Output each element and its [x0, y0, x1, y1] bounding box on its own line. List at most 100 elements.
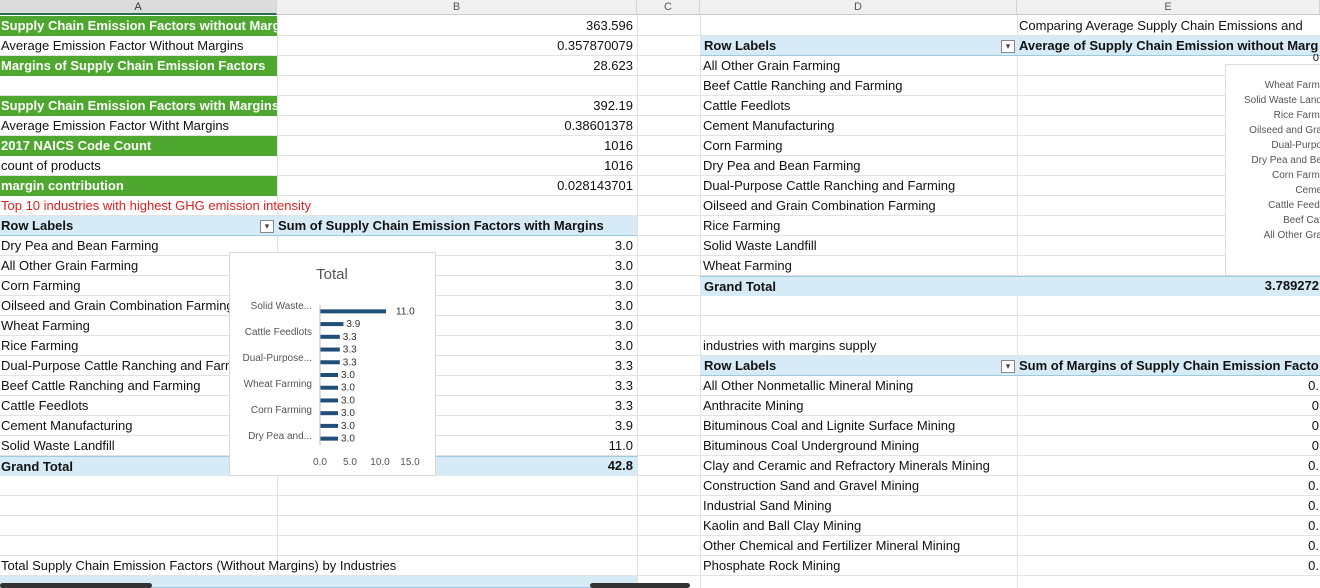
right-top-row-label[interactable]: Beef Cattle Ranching and Farming	[700, 76, 1220, 96]
slicer-item[interactable]: All Other Gra	[1264, 230, 1320, 241]
pivot1-row-label[interactable]: Rice Farming	[0, 336, 232, 356]
bottom-title: Total Supply Chain Emission Factors (Wit…	[1, 558, 397, 573]
chart-category-label: Cattle Feedlots	[245, 327, 312, 338]
chart-bar[interactable]	[320, 411, 338, 416]
right-bottom-row-label[interactable]: Construction Sand and Gravel Mining	[700, 476, 1280, 496]
pivot1-row-label[interactable]: Dry Pea and Bean Farming	[0, 236, 232, 256]
pivot1-row-label[interactable]: Dual-Purpose Cattle Ranching and Farming	[0, 356, 232, 376]
right-top-row-label[interactable]: Corn Farming	[700, 136, 1220, 156]
pivot1-row-label[interactable]: Cattle Feedlots	[0, 396, 232, 416]
chart-bar[interactable]	[320, 398, 338, 403]
column-header-c[interactable]: C	[637, 0, 700, 15]
spreadsheet-grid[interactable]: A B C D E Supply Chain Emission Factors …	[0, 0, 1320, 588]
chart-title: Total	[316, 266, 348, 283]
bar-chart[interactable]: Total 11.0 3.9 3.3 3.3 3.3 3.0 3.0 3.0 3.0 3.0 3.0 D…	[229, 252, 436, 476]
right-bottom-row-label[interactable]: Anthracite Mining	[700, 396, 1280, 416]
pivot1-row-label[interactable]: Beef Cattle Ranching and Farming	[0, 376, 232, 396]
horizontal-scrollbar[interactable]	[0, 583, 152, 588]
chart-bar[interactable]	[320, 334, 340, 339]
slicer-item[interactable]: Solid Waste Land	[1244, 95, 1320, 106]
pivot1-row-value: 3.0	[614, 318, 633, 333]
column-header-e[interactable]: E	[1017, 0, 1320, 15]
chart-bar[interactable]	[320, 347, 340, 352]
summary-value: 0.357870079	[557, 38, 633, 53]
gridline-col	[637, 15, 638, 588]
summary-label: Supply Chain Emission Factors without Ma…	[0, 16, 277, 36]
summary-value: 1016	[604, 158, 633, 173]
chart-data-label: 3.0	[341, 370, 355, 381]
chart-data-label: 11.0	[396, 306, 415, 317]
slicer-item[interactable]: Dual-Purpo	[1271, 140, 1320, 151]
industry-slicer[interactable]: Wheat Farmi Solid Waste Land Rice Farmi Oil…	[1225, 64, 1320, 276]
chart-data-label: 3.3	[343, 332, 357, 343]
slicer-item[interactable]: Dry Pea and Be	[1251, 155, 1320, 166]
right-top-first-value: 0	[1312, 54, 1319, 64]
slicer-item[interactable]: Rice Farmi	[1274, 110, 1320, 121]
right-bottom-row-label[interactable]: Bituminous Coal and Lignite Surface Mini…	[700, 416, 1280, 436]
summary-label	[0, 76, 277, 96]
right-top-row-label[interactable]: Dry Pea and Bean Farming	[700, 156, 1220, 176]
filter-icon[interactable]: ▾	[1001, 40, 1015, 54]
pivot1-row-value: 11.0	[608, 438, 633, 453]
slicer-item[interactable]: Beef Cat	[1283, 215, 1320, 226]
chart-bar[interactable]	[320, 385, 338, 390]
chart-bar[interactable]	[320, 373, 338, 377]
chart-data-label: 3.0	[341, 408, 355, 419]
filter-icon[interactable]: ▾	[1001, 360, 1015, 374]
chart-bar[interactable]	[320, 309, 386, 314]
chart-bar[interactable]	[320, 436, 338, 441]
pivot1-row-label[interactable]: Wheat Farming	[0, 316, 232, 336]
column-header-b[interactable]: B	[277, 0, 637, 15]
pivot1-row-label[interactable]: All Other Grain Farming	[0, 256, 232, 276]
pivot1-row-label[interactable]: Cement Manufacturing	[0, 416, 232, 436]
pivot1-row-label[interactable]: Oilseed and Grain Combination Farming	[0, 296, 232, 316]
slicer-item[interactable]: Ceme	[1295, 185, 1320, 196]
right-bottom-row-label[interactable]: Kaolin and Ball Clay Mining	[700, 516, 1280, 536]
chart-bar[interactable]	[320, 360, 340, 365]
chart-data-label: 3.0	[341, 434, 355, 445]
chart-tick-label: 5.0	[343, 457, 357, 468]
right-top-value-header[interactable]: ▾ Average of Supply Chain Emission withou…	[1000, 36, 1320, 56]
right-bottom-value-header[interactable]: ▾ Sum of Margins of Supply Chain Emission…	[1000, 356, 1320, 376]
right-bottom-row-label[interactable]: Clay and Ceramic and Refractory Minerals…	[700, 456, 1280, 476]
column-header-d[interactable]: D	[700, 0, 1017, 15]
right-bottom-row-label[interactable]: Industrial Sand Mining	[700, 496, 1280, 516]
column-header-a[interactable]: A	[0, 0, 277, 15]
right-bottom-row-value: 0.	[1308, 378, 1319, 393]
right-top-value-header-label: Average of Supply Chain Emission without…	[1019, 38, 1319, 53]
horizontal-scrollbar-thumb[interactable]	[590, 583, 690, 588]
right-top-row-label[interactable]: All Other Grain Farming	[700, 56, 1220, 76]
right-top-row-label[interactable]: Wheat Farming	[700, 256, 1220, 276]
top10-title: Top 10 industries with highest GHG emiss…	[1, 198, 311, 213]
filter-icon[interactable]: ▾	[260, 220, 274, 234]
chart-bar[interactable]	[320, 322, 344, 327]
right-top-row-label[interactable]: Dual-Purpose Cattle Ranching and Farming	[700, 176, 1220, 196]
right-bottom-row-label[interactable]: Other Chemical and Fertilizer Mineral Mi…	[700, 536, 1280, 556]
right-bottom-row-value: 0.	[1308, 558, 1319, 573]
slicer-item[interactable]: Oilseed and Gra	[1249, 125, 1320, 136]
right-bottom-row-label[interactable]: Bituminous Coal Underground Mining	[700, 436, 1280, 456]
right-top-row-label[interactable]: Cement Manufacturing	[700, 116, 1220, 136]
pivot1-value-header[interactable]: ▾ Sum of Supply Chain Emission Factors wi…	[259, 216, 637, 236]
chart-bar[interactable]	[320, 423, 338, 428]
chart-data-label: 3.0	[341, 421, 355, 432]
right-top-row-label[interactable]: Solid Waste Landfill	[700, 236, 1220, 256]
right-bottom-row-label[interactable]: All Other Nonmetallic Mineral Mining	[700, 376, 1280, 396]
right-top-row-label[interactable]: Oilseed and Grain Combination Farming	[700, 196, 1220, 216]
right-bottom-row-value: 0	[1311, 398, 1319, 413]
chart-category-label: Wheat Farming	[244, 379, 312, 390]
right-top-row-label[interactable]: Cattle Feedlots	[700, 96, 1220, 116]
pivot1-row-value: 3.0	[614, 258, 633, 273]
right-bottom-row-label[interactable]: Phosphate Rock Mining	[700, 556, 1280, 576]
slicer-item[interactable]: Cattle Feedl	[1268, 200, 1320, 211]
slicer-item[interactable]: Wheat Farmi	[1265, 80, 1320, 91]
right-top-grand-total-label: Grand Total	[704, 279, 776, 294]
summary-value: 0.38601378	[564, 118, 633, 133]
pivot1-row-label[interactable]: Corn Farming	[0, 276, 232, 296]
slicer-item[interactable]: Corn Farmi	[1272, 170, 1320, 181]
right-bottom-row-labels: Row Labels	[704, 358, 777, 373]
pivot1-value-header-label: Sum of Supply Chain Emission Factors wit…	[278, 218, 604, 233]
chart-data-label: 3.3	[343, 345, 357, 356]
pivot1-row-label[interactable]: Solid Waste Landfill	[0, 436, 232, 456]
right-top-row-label[interactable]: Rice Farming	[700, 216, 1220, 236]
